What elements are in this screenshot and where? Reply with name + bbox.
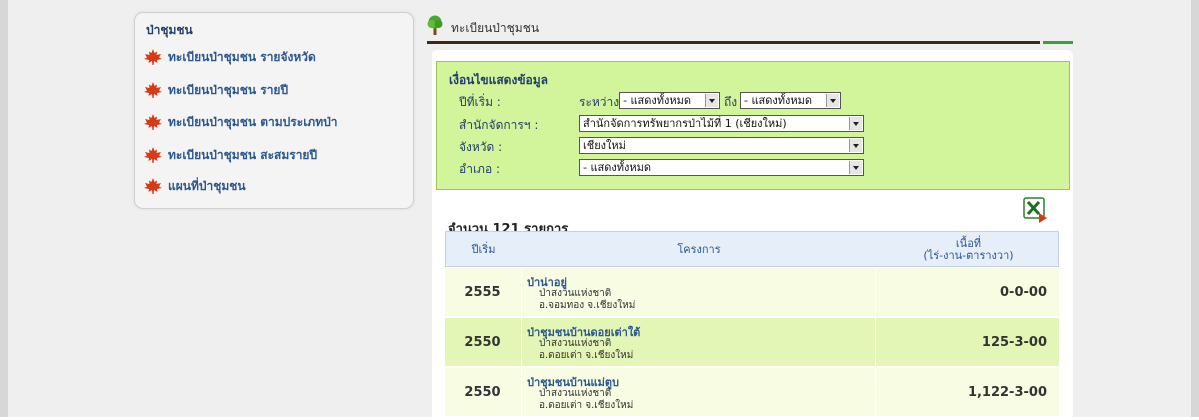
district-value: - แสดงทั้งหมด <box>583 161 652 174</box>
sidebar-item-forest-type[interactable]: ทะเบียนป่าชุมชน ตามประเภทป่า <box>144 111 337 133</box>
dropdown-arrow-icon <box>705 94 718 107</box>
sidebar-item-yearly[interactable]: ทะเบียนป่าชุมชน รายปี <box>144 79 288 101</box>
sidebar-item-label: แผนที่ป่าชุมชน <box>168 178 246 193</box>
project-location: อ.จอมทอง จ.เชียงใหม่ <box>539 300 636 311</box>
header-area: เนื้อที่ (ไร่-งาน-ตารางวา) <box>877 232 1059 268</box>
sidebar-title: ป่าชุมชน <box>146 23 193 37</box>
year-to-select[interactable]: - แสดงทั้งหมด <box>740 92 841 109</box>
title-divider <box>427 41 1040 44</box>
start-year-label: ปีที่เริ่ม : <box>459 95 501 109</box>
between-label: ระหว่าง <box>579 95 620 109</box>
sidebar-item-label: ทะเบียนป่าชุมชน สะสมรายปี <box>168 147 318 162</box>
filter-box: เงื่อนไขแสดงข้อมูล ปีที่เริ่ม : ระหว่าง … <box>436 61 1070 190</box>
dropdown-arrow-icon <box>849 117 862 130</box>
header-area-line2: (ไร่-งาน-ตารางวา) <box>923 249 1014 262</box>
row-year: 2555 <box>464 284 501 300</box>
main-content: ทะเบียนป่าชุมชน เงื่อนไขแสดงข้อมูล ปีที่… <box>426 12 1074 420</box>
row-area: 125-3-00 <box>981 334 1047 350</box>
sidebar-item-cumulative[interactable]: ทะเบียนป่าชุมชน สะสมรายปี <box>144 144 317 166</box>
row-area: 0-0-00 <box>1000 284 1047 300</box>
row-project: ป่าน่าอยู่ ป่าสงวนแห่งชาติ อ.จอมทอง จ.เช… <box>522 268 874 316</box>
year-from-value: - แสดงทั้งหมด <box>623 94 692 107</box>
district-label: อำเภอ : <box>459 162 501 176</box>
maple-leaf-icon <box>144 82 162 98</box>
row-year: 2550 <box>464 384 501 400</box>
maple-leaf-icon <box>144 178 162 194</box>
province-label: จังหวัด : <box>459 140 503 154</box>
dropdown-arrow-icon <box>849 161 862 174</box>
dropdown-arrow-icon <box>826 94 839 107</box>
tree-icon <box>427 15 443 35</box>
maple-leaf-icon <box>144 147 162 163</box>
sidebar-panel: ป่าชุมชน ทะเบียนป่าชุมชน รายจังหวัด ทะเบ… <box>134 12 414 209</box>
row-area: 1,122-3-00 <box>967 384 1047 400</box>
sidebar-item-map[interactable]: แผนที่ป่าชุมชน <box>144 175 246 197</box>
maple-leaf-icon <box>144 49 162 65</box>
sidebar-item-label: ทะเบียนป่าชุมชน ตามประเภทป่า <box>168 114 338 129</box>
header-year: ปีเริ่ม <box>471 243 496 256</box>
table-header: ปีเริ่ม โครงการ เนื้อที่ (ไร่-งาน-ตารางว… <box>445 231 1059 267</box>
row-project: ป่าชุมชนบ้านแม่ตูบ ป่าสงวนแห่งชาติ อ.ดอย… <box>522 368 874 416</box>
project-location: อ.ดอยเต่า จ.เชียงใหม่ <box>539 350 634 361</box>
right-border <box>1191 0 1199 417</box>
results-table: ปีเริ่ม โครงการ เนื้อที่ (ไร่-งาน-ตารางว… <box>445 231 1059 420</box>
district-select[interactable]: - แสดงทั้งหมด <box>579 159 864 176</box>
content-panel: เงื่อนไขแสดงข้อมูล ปีที่เริ่ม : ระหว่าง … <box>432 50 1073 420</box>
to-label: ถึง <box>724 95 738 109</box>
table-row: 2550 ป่าชุมชนบ้านดอยเต่าใต้ ป่าสงวนแห่งช… <box>445 318 1059 367</box>
left-border <box>0 0 8 417</box>
year-from-select[interactable]: - แสดงทั้งหมด <box>619 92 720 109</box>
project-location: อ.ดอยเต่า จ.เชียงใหม่ <box>539 400 634 411</box>
row-project: ป่าชุมชนบ้านดอยเต่าใต้ ป่าสงวนแห่งชาติ อ… <box>522 318 874 366</box>
dropdown-arrow-icon <box>849 139 862 152</box>
row-year: 2550 <box>464 334 501 350</box>
filter-title: เงื่อนไขแสดงข้อมูล <box>449 73 548 87</box>
header-project: โครงการ <box>677 243 721 256</box>
table-row: 2550 ป่าชุมชนบ้านแม่ตูบ ป่าสงวนแห่งชาติ … <box>445 368 1059 417</box>
office-label: สำนักจัดการฯ : <box>459 118 539 132</box>
sidebar-item-province[interactable]: ทะเบียนป่าชุมชน รายจังหวัด <box>144 46 316 68</box>
excel-export-icon[interactable] <box>1023 197 1049 223</box>
page: ป่าชุมชน ทะเบียนป่าชุมชน รายจังหวัด ทะเบ… <box>8 0 1191 420</box>
office-value: สำนักจัดการทรัพยากรป่าไม้ที่ 1 (เชียงใหม… <box>583 117 787 130</box>
sidebar-item-label: ทะเบียนป่าชุมชน รายจังหวัด <box>168 49 316 64</box>
title-divider-accent <box>1043 41 1073 44</box>
sidebar-item-label: ทะเบียนป่าชุมชน รายปี <box>168 82 289 97</box>
year-to-value: - แสดงทั้งหมด <box>744 94 813 107</box>
office-select[interactable]: สำนักจัดการทรัพยากรป่าไม้ที่ 1 (เชียงใหม… <box>579 115 864 132</box>
province-select[interactable]: เชียงใหม่ <box>579 137 864 154</box>
table-row: 2555 ป่าน่าอยู่ ป่าสงวนแห่งชาติ อ.จอมทอง… <box>445 268 1059 317</box>
page-title: ทะเบียนป่าชุมชน <box>451 21 540 35</box>
maple-leaf-icon <box>144 114 162 130</box>
province-value: เชียงใหม่ <box>583 139 626 152</box>
